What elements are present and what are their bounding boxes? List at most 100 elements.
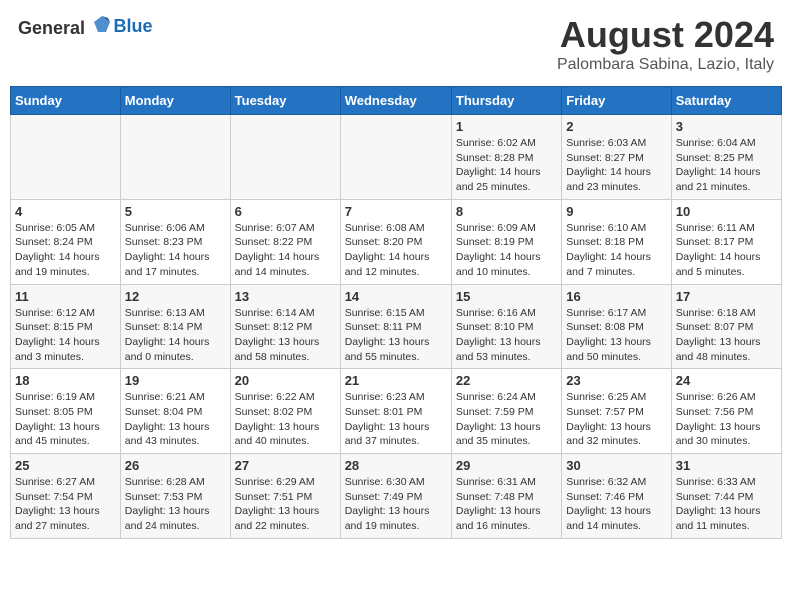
day-info: Sunrise: 6:12 AM Sunset: 8:15 PM Dayligh… — [15, 306, 116, 365]
day-info: Sunrise: 6:15 AM Sunset: 8:11 PM Dayligh… — [345, 306, 447, 365]
day-info: Sunrise: 6:27 AM Sunset: 7:54 PM Dayligh… — [15, 475, 116, 534]
day-info: Sunrise: 6:03 AM Sunset: 8:27 PM Dayligh… — [566, 136, 666, 195]
calendar-cell: 17 Sunrise: 6:18 AM Sunset: 8:07 PM Dayli… — [671, 284, 781, 369]
day-number: 20 — [235, 373, 336, 388]
calendar-cell: 12 Sunrise: 6:13 AM Sunset: 8:14 PM Dayli… — [120, 284, 230, 369]
day-info: Sunrise: 6:24 AM Sunset: 7:59 PM Dayligh… — [456, 390, 557, 449]
day-number: 4 — [15, 204, 116, 219]
calendar-cell: 7 Sunrise: 6:08 AM Sunset: 8:20 PM Daylig… — [340, 199, 451, 284]
day-number: 24 — [676, 373, 777, 388]
day-number: 14 — [345, 289, 447, 304]
day-info: Sunrise: 6:29 AM Sunset: 7:51 PM Dayligh… — [235, 475, 336, 534]
calendar-cell — [230, 115, 340, 200]
day-info: Sunrise: 6:06 AM Sunset: 8:23 PM Dayligh… — [125, 221, 226, 280]
logo: General Blue — [18, 14, 153, 39]
header: General Blue August 2024 Palombara Sabin… — [10, 10, 782, 78]
logo-general: General — [18, 18, 85, 38]
day-number: 12 — [125, 289, 226, 304]
day-number: 8 — [456, 204, 557, 219]
weekday-header-saturday: Saturday — [671, 87, 781, 115]
calendar-cell: 6Sunrise: 6:07 AM Sunset: 8:22 PM Daylig… — [230, 199, 340, 284]
day-info: Sunrise: 6:14 AM Sunset: 8:12 PM Dayligh… — [235, 306, 336, 365]
weekday-header-sunday: Sunday — [11, 87, 121, 115]
week-row-2: 4 Sunrise: 6:05 AM Sunset: 8:24 PM Daylig… — [11, 199, 782, 284]
calendar-cell: 20 Sunrise: 6:22 AM Sunset: 8:02 PM Dayli… — [230, 369, 340, 454]
weekday-header-tuesday: Tuesday — [230, 87, 340, 115]
calendar-cell: 18 Sunrise: 6:19 AM Sunset: 8:05 PM Dayli… — [11, 369, 121, 454]
calendar-cell — [11, 115, 121, 200]
day-info: Sunrise: 6:11 AM Sunset: 8:17 PM Dayligh… — [676, 221, 777, 280]
day-number: 19 — [125, 373, 226, 388]
calendar-cell: 3Sunrise: 6:04 AM Sunset: 8:25 PM Daylig… — [671, 115, 781, 200]
day-number: 18 — [15, 373, 116, 388]
calendar-cell: 19 Sunrise: 6:21 AM Sunset: 8:04 PM Dayli… — [120, 369, 230, 454]
day-info: Sunrise: 6:07 AM Sunset: 8:22 PM Dayligh… — [235, 221, 336, 280]
day-info: Sunrise: 6:25 AM Sunset: 7:57 PM Dayligh… — [566, 390, 666, 449]
day-info: Sunrise: 6:22 AM Sunset: 8:02 PM Dayligh… — [235, 390, 336, 449]
calendar-cell: 29 Sunrise: 6:31 AM Sunset: 7:48 PM Dayli… — [451, 454, 561, 539]
day-info: Sunrise: 6:30 AM Sunset: 7:49 PM Dayligh… — [345, 475, 447, 534]
day-info: Sunrise: 6:32 AM Sunset: 7:46 PM Dayligh… — [566, 475, 666, 534]
weekday-header-monday: Monday — [120, 87, 230, 115]
day-number: 11 — [15, 289, 116, 304]
day-number: 21 — [345, 373, 447, 388]
day-number: 23 — [566, 373, 666, 388]
calendar-cell: 25 Sunrise: 6:27 AM Sunset: 7:54 PM Dayli… — [11, 454, 121, 539]
subtitle: Palombara Sabina, Lazio, Italy — [557, 56, 774, 74]
calendar-cell: 24 Sunrise: 6:26 AM Sunset: 7:56 PM Dayli… — [671, 369, 781, 454]
day-number: 15 — [456, 289, 557, 304]
day-number: 9 — [566, 204, 666, 219]
day-number: 28 — [345, 458, 447, 473]
calendar-cell: 1 Sunrise: 6:02 AM Sunset: 8:28 PM Daylig… — [451, 115, 561, 200]
day-info: Sunrise: 6:19 AM Sunset: 8:05 PM Dayligh… — [15, 390, 116, 449]
day-info: Sunrise: 6:13 AM Sunset: 8:14 PM Dayligh… — [125, 306, 226, 365]
day-info: Sunrise: 6:08 AM Sunset: 8:20 PM Dayligh… — [345, 221, 447, 280]
day-number: 26 — [125, 458, 226, 473]
calendar-cell: 8 Sunrise: 6:09 AM Sunset: 8:19 PM Daylig… — [451, 199, 561, 284]
day-number: 27 — [235, 458, 336, 473]
calendar-cell — [340, 115, 451, 200]
day-number: 7 — [345, 204, 447, 219]
day-info: Sunrise: 6:23 AM Sunset: 8:01 PM Dayligh… — [345, 390, 447, 449]
calendar-cell: 27 Sunrise: 6:29 AM Sunset: 7:51 PM Dayli… — [230, 454, 340, 539]
calendar-cell: 21 Sunrise: 6:23 AM Sunset: 8:01 PM Dayli… — [340, 369, 451, 454]
day-info: Sunrise: 6:31 AM Sunset: 7:48 PM Dayligh… — [456, 475, 557, 534]
calendar-cell: 15 Sunrise: 6:16 AM Sunset: 8:10 PM Dayli… — [451, 284, 561, 369]
calendar-cell: 4 Sunrise: 6:05 AM Sunset: 8:24 PM Daylig… — [11, 199, 121, 284]
day-number: 1 — [456, 119, 557, 134]
day-number: 17 — [676, 289, 777, 304]
day-number: 31 — [676, 458, 777, 473]
day-info: Sunrise: 6:05 AM Sunset: 8:24 PM Dayligh… — [15, 221, 116, 280]
logo-blue: Blue — [114, 16, 153, 37]
day-info: Sunrise: 6:16 AM Sunset: 8:10 PM Dayligh… — [456, 306, 557, 365]
day-info: Sunrise: 6:18 AM Sunset: 8:07 PM Dayligh… — [676, 306, 777, 365]
calendar-cell: 9Sunrise: 6:10 AM Sunset: 8:18 PM Daylig… — [562, 199, 671, 284]
day-info: Sunrise: 6:09 AM Sunset: 8:19 PM Dayligh… — [456, 221, 557, 280]
calendar-cell — [120, 115, 230, 200]
day-info: Sunrise: 6:28 AM Sunset: 7:53 PM Dayligh… — [125, 475, 226, 534]
day-number: 29 — [456, 458, 557, 473]
calendar-table: SundayMondayTuesdayWednesdayThursdayFrid… — [10, 86, 782, 539]
day-info: Sunrise: 6:33 AM Sunset: 7:44 PM Dayligh… — [676, 475, 777, 534]
day-info: Sunrise: 6:21 AM Sunset: 8:04 PM Dayligh… — [125, 390, 226, 449]
title-area: August 2024 Palombara Sabina, Lazio, Ita… — [557, 14, 774, 74]
calendar-cell: 23 Sunrise: 6:25 AM Sunset: 7:57 PM Dayli… — [562, 369, 671, 454]
day-number: 5 — [125, 204, 226, 219]
calendar-cell: 28 Sunrise: 6:30 AM Sunset: 7:49 PM Dayli… — [340, 454, 451, 539]
day-info: Sunrise: 6:26 AM Sunset: 7:56 PM Dayligh… — [676, 390, 777, 449]
calendar-cell: 10Sunrise: 6:11 AM Sunset: 8:17 PM Dayli… — [671, 199, 781, 284]
day-info: Sunrise: 6:17 AM Sunset: 8:08 PM Dayligh… — [566, 306, 666, 365]
weekday-header-thursday: Thursday — [451, 87, 561, 115]
day-number: 25 — [15, 458, 116, 473]
day-number: 2 — [566, 119, 666, 134]
day-number: 3 — [676, 119, 777, 134]
calendar-cell: 30Sunrise: 6:32 AM Sunset: 7:46 PM Dayli… — [562, 454, 671, 539]
day-number: 13 — [235, 289, 336, 304]
day-info: Sunrise: 6:02 AM Sunset: 8:28 PM Dayligh… — [456, 136, 557, 195]
calendar-cell: 11 Sunrise: 6:12 AM Sunset: 8:15 PM Dayli… — [11, 284, 121, 369]
calendar-cell: 14 Sunrise: 6:15 AM Sunset: 8:11 PM Dayli… — [340, 284, 451, 369]
calendar-cell: 2 Sunrise: 6:03 AM Sunset: 8:27 PM Daylig… — [562, 115, 671, 200]
day-number: 22 — [456, 373, 557, 388]
calendar-cell: 13 Sunrise: 6:14 AM Sunset: 8:12 PM Dayli… — [230, 284, 340, 369]
calendar-cell: 5 Sunrise: 6:06 AM Sunset: 8:23 PM Daylig… — [120, 199, 230, 284]
